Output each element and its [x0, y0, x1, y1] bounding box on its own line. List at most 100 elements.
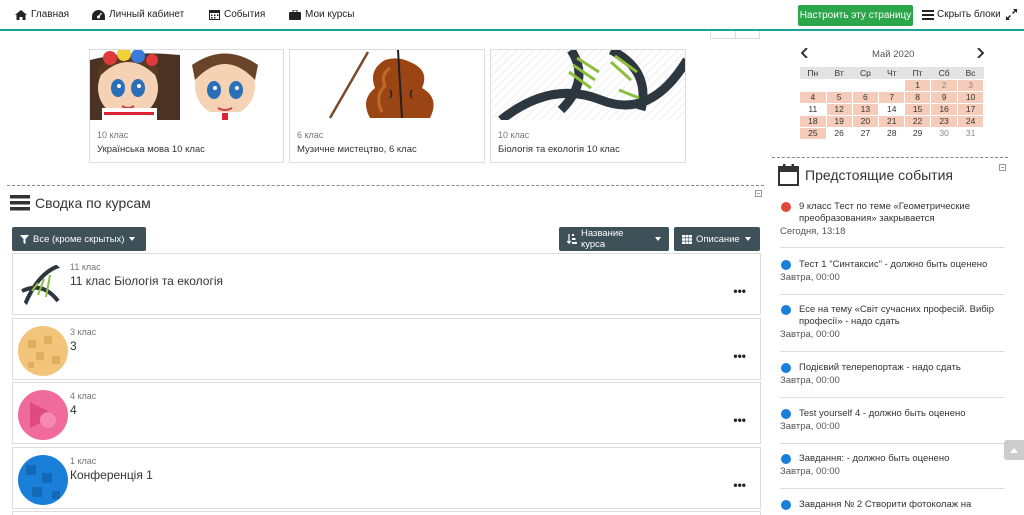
chevron-right-icon: [977, 47, 985, 59]
event-name[interactable]: Подієвий телерепортаж - надо сдать: [799, 362, 961, 373]
nav-dashboard[interactable]: Личный кабинет: [92, 9, 184, 20]
chevron-down-icon: [129, 237, 136, 241]
calendar-day[interactable]: 11: [799, 102, 827, 116]
calendar-day[interactable]: 9: [929, 90, 959, 104]
calendar-day[interactable]: 16: [929, 102, 959, 116]
calendar-day[interactable]: 23: [929, 114, 959, 128]
event-item[interactable]: 9 класс Тест по теме «Геометрические пре…: [780, 201, 1005, 248]
course-name[interactable]: 4: [70, 403, 77, 417]
weekday: Вт: [826, 67, 852, 79]
course-actions-menu[interactable]: •••: [733, 413, 746, 427]
course-list-item[interactable]: 1 клас Конференція 1 •••: [12, 447, 761, 509]
nav-events[interactable]: События: [209, 9, 265, 20]
block-divider: [7, 185, 764, 186]
calendar-day[interactable]: 30: [929, 126, 959, 140]
calendar-day[interactable]: 21: [878, 114, 906, 128]
calendar-day: [825, 78, 853, 92]
calendar-day[interactable]: 17: [957, 102, 984, 116]
event-name[interactable]: Есе на тему «Світ сучасних професій. Виб…: [799, 304, 994, 327]
recent-course-card[interactable]: 10 клас Українська мова 10 клас: [89, 49, 284, 163]
calendar-day[interactable]: 28: [878, 126, 906, 140]
calendar-day[interactable]: 25: [799, 126, 827, 140]
course-actions-menu[interactable]: •••: [733, 478, 746, 492]
filter-dropdown[interactable]: Все (кроме скрытых): [12, 227, 146, 251]
list-icon: [10, 195, 30, 211]
calendar-day[interactable]: 24: [957, 114, 984, 128]
nav-my-courses[interactable]: Мои курсы: [289, 9, 355, 20]
collapse-block-icon[interactable]: [755, 190, 762, 197]
calendar-day[interactable]: 19: [825, 114, 853, 128]
assignment-icon: [781, 305, 791, 315]
calendar-day[interactable]: 6: [851, 90, 880, 104]
course-list-item[interactable]: 4 клас 4 •••: [12, 382, 761, 444]
event-item[interactable]: Есе на тему «Світ сучасних професій. Виб…: [780, 304, 1005, 352]
nav-home[interactable]: Главная: [15, 9, 69, 20]
event-item[interactable]: Test yourself 4 - должно быть оценено За…: [780, 408, 1005, 444]
sort-dropdown[interactable]: Название курса: [559, 227, 669, 251]
recent-course-card[interactable]: 10 клас Біологія та екологія 10 клас: [490, 49, 686, 163]
sort-icon: [567, 233, 577, 244]
course-actions-menu[interactable]: •••: [733, 349, 746, 363]
recent-course-card[interactable]: 6 клас Музичне мистецтво, 6 клас: [289, 49, 485, 163]
event-name[interactable]: 9 класс Тест по теме «Геометрические пре…: [799, 201, 970, 224]
calendar-day[interactable]: 3: [957, 78, 984, 92]
event-item[interactable]: Завдання № 2 Створити фотоколаж на: [780, 499, 1005, 515]
hide-blocks-button[interactable]: Скрыть блоки: [922, 9, 1001, 20]
course-list-item[interactable]: [12, 511, 761, 515]
calendar-day[interactable]: 8: [904, 90, 931, 104]
scroll-to-top-button[interactable]: [1004, 440, 1024, 460]
calendar-day[interactable]: 1: [904, 78, 931, 92]
event-name[interactable]: Тест 1 "Синтаксис" - должно быть оценено: [799, 259, 987, 270]
calendar-day[interactable]: 29: [904, 126, 931, 140]
card-course-name[interactable]: Біологія та екологія 10 клас: [498, 144, 620, 155]
chevron-down-icon: [744, 237, 751, 241]
customize-page-button[interactable]: Настроить эту страницу: [798, 5, 913, 26]
course-category: 11 клас: [70, 262, 101, 272]
assignment-icon: [781, 409, 791, 419]
calendar-day[interactable]: 20: [851, 114, 880, 128]
expand-arrows-icon[interactable]: [1006, 9, 1017, 20]
calendar-day[interactable]: 15: [904, 102, 931, 116]
calendar-day[interactable]: 18: [799, 114, 827, 128]
quiz-icon: [781, 202, 791, 212]
event-name[interactable]: Завдання № 2 Створити фотоколаж на: [799, 499, 971, 510]
event-item[interactable]: Подієвий телерепортаж - надо сдать Завтр…: [780, 362, 1005, 398]
calendar-day[interactable]: 13: [851, 102, 880, 116]
calendar-day[interactable]: 4: [799, 90, 827, 104]
calendar-day[interactable]: 2: [929, 78, 959, 92]
course-image-ukrainian: [90, 50, 283, 120]
collapse-block-icon[interactable]: [999, 164, 1006, 171]
top-navbar: Главная Личный кабинет События Мои курсы…: [0, 0, 1024, 31]
course-name[interactable]: Конференція 1: [70, 468, 153, 482]
course-overview-title-label: Сводка по курсам: [35, 195, 151, 211]
calendar-prev-button[interactable]: [800, 47, 809, 61]
card-course-name[interactable]: Українська мова 10 клас: [97, 144, 205, 155]
event-item[interactable]: Завдання: - должно быть оценено Завтра, …: [780, 453, 1005, 489]
event-item[interactable]: Тест 1 "Синтаксис" - должно быть оценено…: [780, 259, 1005, 295]
event-name[interactable]: Test yourself 4 - должно быть оценено: [799, 408, 966, 419]
course-list-item[interactable]: 11 клас 11 клас Біологія та екологія •••: [12, 253, 761, 315]
card-course-name[interactable]: Музичне мистецтво, 6 клас: [297, 144, 417, 155]
course-list-item[interactable]: 3 клас 3 •••: [12, 318, 761, 380]
calendar-day[interactable]: 31: [957, 126, 984, 140]
calendar-day[interactable]: 12: [825, 102, 853, 116]
calendar-day[interactable]: 7: [878, 90, 906, 104]
calendar-weekdays: Пн Вт Ср Чт Пт Сб Вс: [799, 67, 984, 79]
course-actions-menu[interactable]: •••: [733, 284, 746, 298]
calendar-day[interactable]: 5: [825, 90, 853, 104]
grid-icon: [682, 234, 692, 244]
course-category: 4 клас: [70, 391, 97, 401]
course-name[interactable]: 3: [70, 339, 77, 353]
calendar-day[interactable]: 22: [904, 114, 931, 128]
event-name[interactable]: Завдання: - должно быть оценено: [799, 453, 949, 464]
dashboard-icon: [92, 9, 105, 20]
calendar-next-button[interactable]: [976, 47, 985, 61]
calendar-day[interactable]: 26: [825, 126, 853, 140]
calendar-day[interactable]: 10: [957, 90, 984, 104]
calendar-day[interactable]: 14: [878, 102, 906, 116]
view-dropdown[interactable]: Описание: [674, 227, 760, 251]
carousel-pager[interactable]: [710, 31, 760, 39]
calendar-day[interactable]: 27: [851, 126, 880, 140]
course-name[interactable]: 11 клас Біологія та екологія: [70, 274, 223, 288]
nav-my-courses-label: Мои курсы: [305, 9, 355, 20]
